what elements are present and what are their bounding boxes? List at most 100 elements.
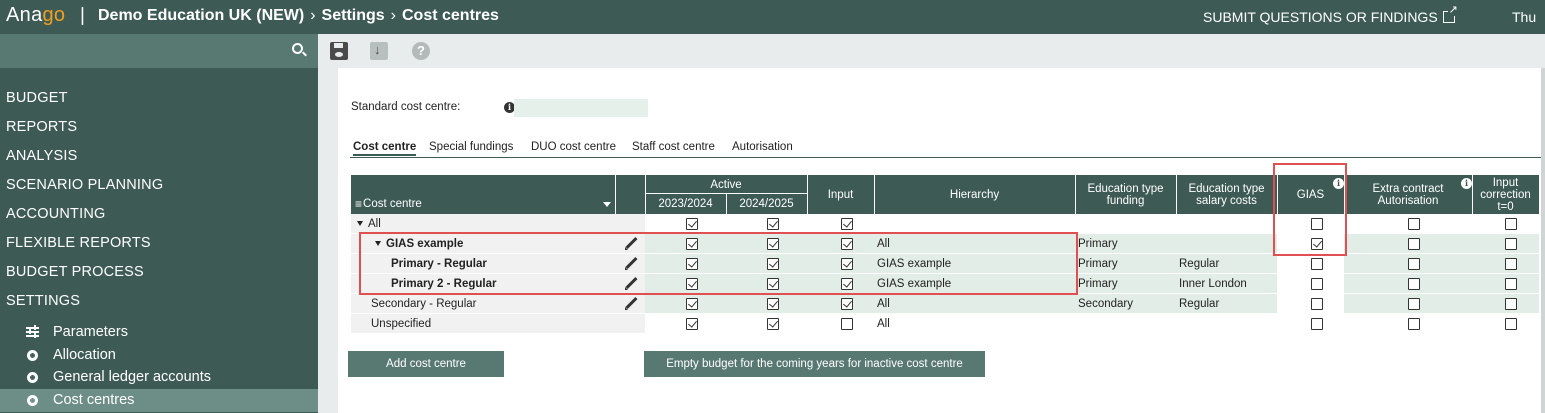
extra-contract-checkbox[interactable] [1408,278,1420,290]
education-type-salary-cell[interactable]: Regular [1179,294,1219,314]
education-type-funding-cell[interactable]: Primary [1078,234,1118,254]
nav-item-settings[interactable]: SETTINGS [0,287,318,316]
nav-item-accounting[interactable]: ACCOUNTING [0,200,318,229]
education-type-funding-cell[interactable]: Primary [1078,274,1118,294]
education-type-funding-cell[interactable]: Primary [1078,254,1118,274]
gias-checkbox[interactable] [1311,258,1323,270]
tab-cost-centre[interactable]: Cost centre [353,141,417,156]
active-2023-2024-checkbox[interactable] [686,218,698,230]
extra-contract-checkbox[interactable] [1408,298,1420,310]
vertical-scrollbar[interactable] [1541,68,1545,413]
education-type-salary-cell[interactable]: Regular [1179,254,1219,274]
submenu-item-general-ledger-accounts[interactable]: General ledger accounts [0,366,318,389]
cost-centre-name[interactable]: Primary 2 - Regular [391,274,496,294]
column-header-education-type-salary-costs[interactable]: Education type salary costs [1176,175,1277,214]
app-logo[interactable]: Anago [6,4,65,27]
active-2023-2024-checkbox[interactable] [686,258,698,270]
submenu-item-cost-centres[interactable]: Cost centres [0,389,318,412]
input-correction-checkbox[interactable] [1505,238,1517,250]
edit-pencil-icon[interactable] [624,277,638,291]
gias-checkbox[interactable] [1311,278,1323,290]
cost-centre-name[interactable]: GIAS example [375,234,463,254]
column-header-input[interactable]: Input [807,175,874,214]
nav-item-analysis[interactable]: ANALYSIS [0,142,318,171]
input-checkbox[interactable] [841,278,853,290]
row-background [645,294,1075,313]
submenu-item-parameters[interactable]: Parameters [0,321,318,344]
row-edit-background [615,214,645,233]
edit-pencil-icon[interactable] [624,257,638,271]
cost-centre-name[interactable]: Secondary - Regular [371,294,476,314]
active-2024-2025-checkbox[interactable] [767,278,779,290]
column-header-input-correction[interactable]: Input correction t=0 [1472,175,1539,214]
tab-duo-cost-centre[interactable]: DUO cost centre [531,141,616,153]
active-2023-2024-checkbox[interactable] [686,278,698,290]
gias-checkbox[interactable] [1311,218,1323,230]
extra-contract-checkbox[interactable] [1408,258,1420,270]
tab-staff-cost-centre[interactable]: Staff cost centre [632,141,715,153]
edit-pencil-icon[interactable] [624,297,638,311]
education-type-funding-cell[interactable]: Secondary [1078,294,1133,314]
column-header-active: Active [645,175,807,194]
submit-questions-link[interactable]: SUBMIT QUESTIONS OR FINDINGS [1203,5,1458,25]
nav-item-scenario-planning[interactable]: SCENARIO PLANNING [0,171,318,200]
input-checkbox[interactable] [841,298,853,310]
submenu-item-allocation[interactable]: Allocation [0,344,318,367]
extra-contract-checkbox[interactable] [1408,238,1420,250]
input-checkbox[interactable] [841,218,853,230]
external-link-icon [1442,5,1458,23]
help-icon[interactable]: ? [412,42,430,60]
gias-checkbox[interactable] [1311,318,1323,330]
education-type-salary-cell[interactable]: Inner London [1179,274,1247,294]
gias-info-icon[interactable]: i [1333,178,1344,189]
extra-contract-checkbox[interactable] [1408,218,1420,230]
cost-centre-name[interactable]: All [357,214,381,234]
tab-autorisation[interactable]: Autorisation [732,141,793,153]
input-checkbox[interactable] [841,238,853,250]
nav-item-budget-process[interactable]: BUDGET PROCESS [0,258,318,287]
column-header-hierarchy[interactable]: Hierarchy [874,175,1075,214]
cost-centre-name[interactable]: Unspecified [371,314,431,334]
active-2024-2025-checkbox[interactable] [767,318,779,330]
breadcrumb-settings[interactable]: Settings [322,7,385,24]
nav-item-budget[interactable]: BUDGET [0,84,318,113]
extra-contract-info-icon[interactable]: i [1461,178,1472,189]
input-correction-checkbox[interactable] [1505,218,1517,230]
search-icon[interactable] [292,43,303,54]
empty-budget-button[interactable]: Empty budget for the coming years for in… [644,351,985,377]
gias-checkbox[interactable] [1311,298,1323,310]
cost-centre-name[interactable]: Primary - Regular [391,254,487,274]
column-header-education-type-funding[interactable]: Education type funding [1075,175,1176,214]
input-correction-checkbox[interactable] [1505,318,1517,330]
input-correction-checkbox[interactable] [1505,258,1517,270]
active-2023-2024-checkbox[interactable] [686,238,698,250]
standard-cost-centre-field[interactable] [514,99,648,117]
expand-caret-icon[interactable] [375,241,381,246]
edit-pencil-icon[interactable] [624,237,638,251]
column-header-cost-centre[interactable]: ≡ Cost centre [351,194,615,214]
input-checkbox[interactable] [841,258,853,270]
column-header-edit [615,175,645,214]
add-cost-centre-button[interactable]: Add cost centre [348,351,504,377]
active-2023-2024-checkbox[interactable] [686,298,698,310]
gias-checkbox[interactable] [1311,238,1323,250]
column-header-extra-contract-autorisation[interactable]: Extra contract Autorisation [1344,175,1472,214]
tab-special-fundings[interactable]: Special fundings [429,141,513,153]
active-2023-2024-checkbox[interactable] [686,318,698,330]
input-correction-checkbox[interactable] [1505,298,1517,310]
active-2024-2025-checkbox[interactable] [767,218,779,230]
expand-caret-icon[interactable] [357,221,363,226]
column-header-2023-2024[interactable]: 2023/2024 [645,194,726,214]
nav-item-reports[interactable]: REPORTS [0,113,318,142]
column-header-2024-2025[interactable]: 2024/2025 [726,194,807,214]
nav-item-flexible-reports[interactable]: FLEXIBLE REPORTS [0,229,318,258]
input-checkbox[interactable] [841,318,853,330]
export-icon[interactable] [370,42,388,60]
input-correction-checkbox[interactable] [1505,278,1517,290]
active-2024-2025-checkbox[interactable] [767,298,779,310]
active-2024-2025-checkbox[interactable] [767,238,779,250]
save-icon[interactable] [330,42,348,60]
extra-contract-checkbox[interactable] [1408,318,1420,330]
breadcrumb-organisation[interactable]: Demo Education UK (NEW) [98,7,304,24]
active-2024-2025-checkbox[interactable] [767,258,779,270]
